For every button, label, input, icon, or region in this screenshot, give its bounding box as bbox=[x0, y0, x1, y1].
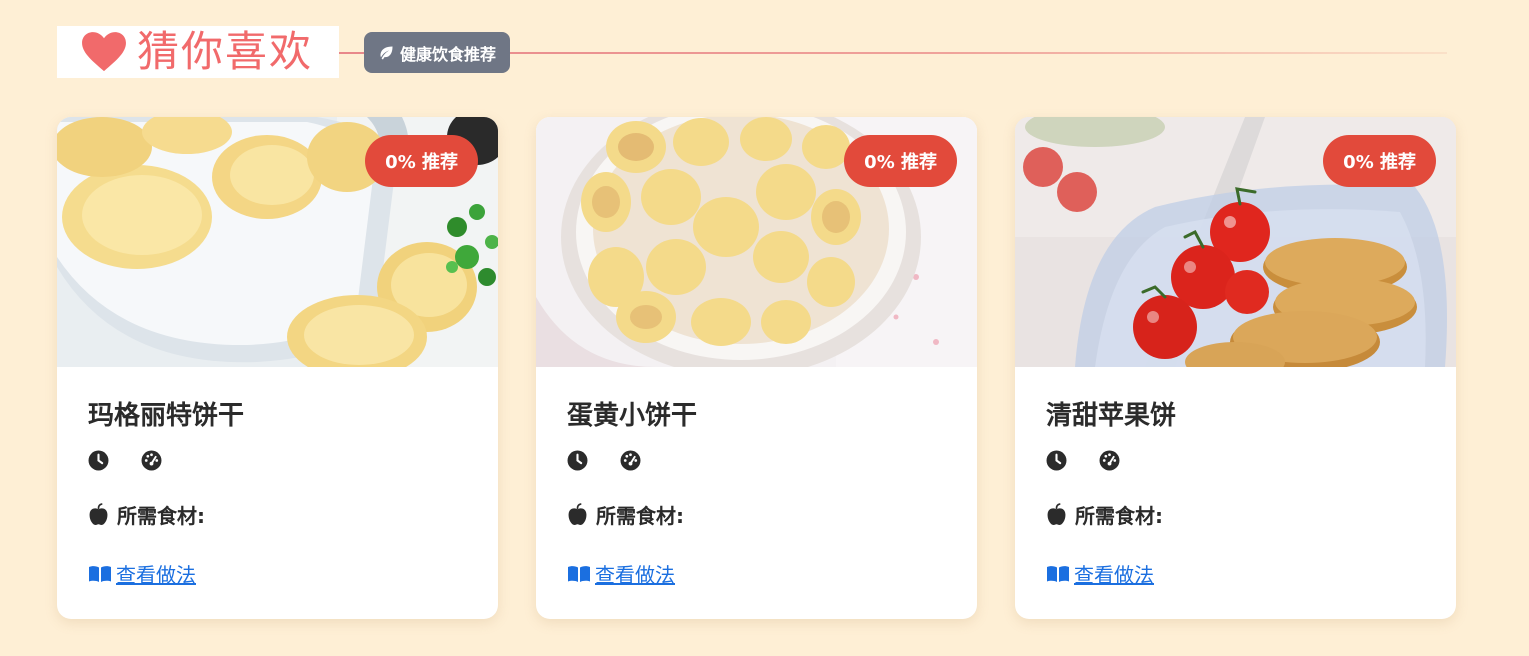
section-title-box: 猜你喜欢 bbox=[57, 26, 339, 78]
recipe-title[interactable]: 蛋黄小饼干 bbox=[567, 399, 946, 433]
gauge-icon bbox=[141, 450, 162, 470]
book-open-icon bbox=[89, 565, 111, 582]
section-header: 猜你喜欢 健康饮食推荐 bbox=[57, 26, 1447, 78]
ingredients-label: 所需食材: bbox=[117, 503, 205, 528]
recipe-meta bbox=[88, 449, 467, 471]
recipe-card[interactable]: 0% 推荐 清甜苹果饼 所需食材: 查看做法 bbox=[1015, 117, 1456, 619]
view-recipe-label: 查看做法 bbox=[116, 563, 196, 587]
gauge-icon bbox=[1099, 450, 1120, 470]
recipe-meta bbox=[567, 449, 946, 471]
recipe-meta bbox=[1046, 449, 1425, 471]
recommend-badge: 0% 推荐 bbox=[844, 135, 957, 187]
book-open-icon bbox=[568, 565, 590, 582]
page: 猜你喜欢 健康饮食推荐 0% 推荐 玛格丽特饼干 所需食材: 查看做法 0% 推… bbox=[0, 0, 1529, 656]
recommend-badge: 0% 推荐 bbox=[365, 135, 478, 187]
recipe-image[interactable]: 0% 推荐 bbox=[536, 117, 977, 367]
recipe-image[interactable]: 0% 推荐 bbox=[57, 117, 498, 367]
ingredients-section: 所需食材: bbox=[1046, 501, 1425, 528]
healthy-diet-tag: 健康饮食推荐 bbox=[364, 32, 511, 73]
recipe-title[interactable]: 清甜苹果饼 bbox=[1046, 399, 1425, 433]
recipe-title[interactable]: 玛格丽特饼干 bbox=[88, 399, 467, 433]
apple-icon bbox=[89, 502, 108, 525]
clock-icon bbox=[567, 450, 588, 470]
view-recipe-label: 查看做法 bbox=[595, 563, 675, 587]
apple-icon bbox=[568, 502, 587, 525]
recommend-badge: 0% 推荐 bbox=[1323, 135, 1436, 187]
clock-icon bbox=[1046, 450, 1067, 470]
recipe-card[interactable]: 0% 推荐 玛格丽特饼干 所需食材: 查看做法 bbox=[57, 117, 498, 619]
recipe-card-body: 蛋黄小饼干 所需食材: 查看做法 bbox=[567, 367, 946, 588]
apple-icon bbox=[1047, 502, 1066, 525]
heart-icon bbox=[82, 32, 126, 72]
recipe-image[interactable]: 0% 推荐 bbox=[1015, 117, 1456, 367]
recipe-card-body: 清甜苹果饼 所需食材: 查看做法 bbox=[1046, 367, 1425, 588]
clock-icon bbox=[88, 450, 109, 470]
section-title: 猜你喜欢 bbox=[137, 27, 314, 76]
gauge-icon bbox=[620, 450, 641, 470]
view-recipe-link[interactable]: 查看做法 bbox=[1046, 559, 1154, 588]
ingredients-section: 所需食材: bbox=[88, 501, 467, 528]
ingredients-label: 所需食材: bbox=[596, 503, 684, 528]
leaf-icon bbox=[380, 46, 393, 59]
ingredients-label: 所需食材: bbox=[1075, 503, 1163, 528]
ingredients-section: 所需食材: bbox=[567, 501, 946, 528]
healthy-diet-tag-label: 健康饮食推荐 bbox=[400, 44, 497, 64]
recipe-card[interactable]: 0% 推荐 蛋黄小饼干 所需食材: 查看做法 bbox=[536, 117, 977, 619]
recipe-card-body: 玛格丽特饼干 所需食材: 查看做法 bbox=[88, 367, 467, 588]
book-open-icon bbox=[1047, 565, 1069, 582]
view-recipe-label: 查看做法 bbox=[1074, 563, 1154, 587]
view-recipe-link[interactable]: 查看做法 bbox=[567, 559, 675, 588]
view-recipe-link[interactable]: 查看做法 bbox=[88, 559, 196, 588]
